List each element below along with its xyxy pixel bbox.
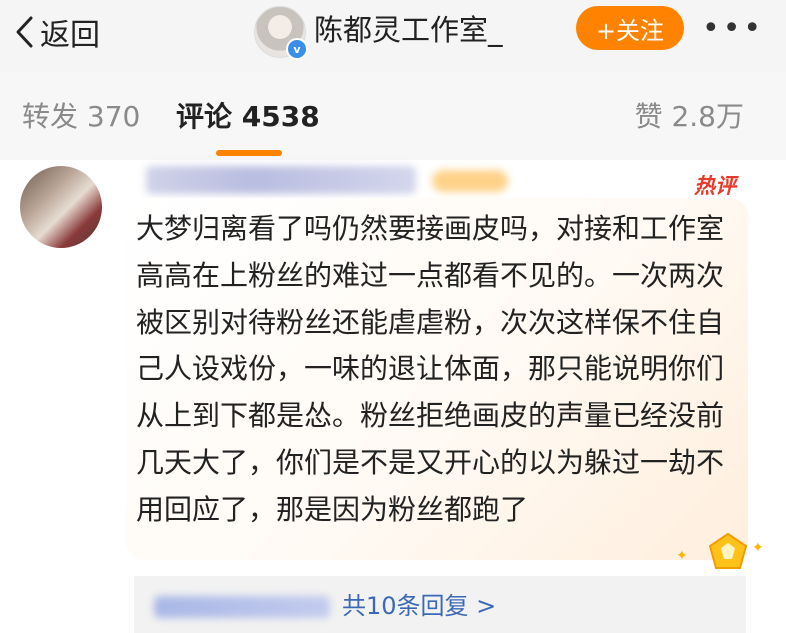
tab-repost[interactable]: 转发 370 [22, 99, 140, 135]
sparkle-icon: ✦ [676, 548, 688, 564]
follow-button[interactable]: +关注 [576, 6, 684, 50]
sparkle-icon: ✦ [752, 540, 764, 556]
comment-text: 大梦归离看了吗仍然要接画皮吗，对接和工作室高高在上粉丝的难过一点都看不见的。一次… [136, 212, 725, 526]
commenter-badge-blurred [432, 170, 508, 192]
more-options-icon[interactable]: ••• [702, 12, 764, 46]
account-name[interactable]: 陈都灵工作室_ [314, 10, 503, 50]
active-tab-indicator [216, 150, 282, 156]
tab-like[interactable]: 赞 2.8万 [635, 99, 744, 135]
medal-icon [708, 532, 748, 569]
commenter-name-blurred[interactable] [146, 166, 416, 194]
commenter-avatar[interactable] [20, 166, 102, 248]
replies-link[interactable]: 共10条回复 > [134, 576, 746, 633]
verified-icon: v [286, 38, 308, 60]
replies-count-link[interactable]: 共10条回复 > [342, 590, 496, 622]
chevron-left-icon [16, 16, 33, 48]
hot-comment-badge: 热评 [694, 174, 736, 198]
tab-bar: 转发 370 评论 4538 赞 2.8万 [0, 72, 786, 160]
tab-comment[interactable]: 评论 4538 [176, 99, 320, 135]
reply-author-blurred [154, 596, 330, 618]
back-button[interactable]: 返回 [14, 10, 100, 54]
top-bar: 返回 v 陈都灵工作室_ +关注 ••• [0, 0, 786, 72]
back-label: 返回 [40, 18, 100, 53]
